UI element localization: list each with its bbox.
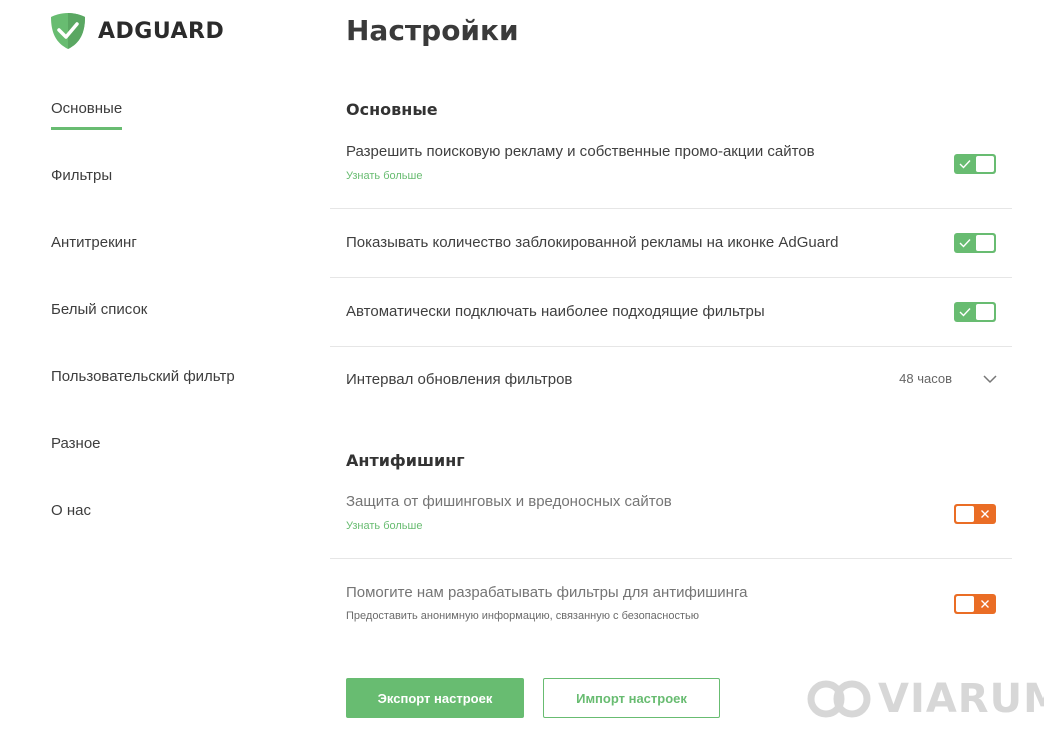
sidebar-item-whitelist[interactable]: Белый список <box>51 301 311 368</box>
sidebar-item-about[interactable]: О нас <box>51 502 311 569</box>
sidebar-nav: Основные Фильтры Антитрекинг Белый списо… <box>51 100 311 569</box>
setting-label: Автоматически подключать наиболее подход… <box>346 303 765 320</box>
page-title: Настройки <box>346 14 519 47</box>
close-icon <box>976 506 994 522</box>
check-icon <box>956 235 974 251</box>
phishing-protection-toggle[interactable] <box>954 504 996 524</box>
sidebar-item-label: Антитрекинг <box>51 234 137 251</box>
export-settings-button[interactable]: Экспорт настроек <box>346 678 524 718</box>
sidebar-item-label: О нас <box>51 502 91 519</box>
setting-row-update-interval[interactable]: Интервал обновления фильтров 48 часов <box>330 347 1012 413</box>
setting-row-blocked-count: Показывать количество заблокированной ре… <box>330 209 1012 278</box>
setting-label: Защита от фишинговых и вредоносных сайто… <box>346 493 672 510</box>
sidebar-item-label: Пользовательский фильтр <box>51 368 235 385</box>
close-icon <box>976 596 994 612</box>
check-icon <box>956 156 974 172</box>
sidebar-item-user-filter[interactable]: Пользовательский фильтр <box>51 368 311 435</box>
setting-row-phishing-protection: Защита от фишинговых и вредоносных сайто… <box>330 480 1012 559</box>
chevron-down-icon[interactable] <box>982 371 998 387</box>
sidebar-item-filters[interactable]: Фильтры <box>51 167 311 234</box>
setting-label: Разрешить поисковую рекламу и собственны… <box>346 143 815 160</box>
search-ads-toggle[interactable] <box>954 154 996 174</box>
toggle-knob <box>976 304 994 320</box>
toggle-knob <box>976 156 994 172</box>
shield-logo-icon <box>51 13 85 49</box>
setting-description: Предоставить анонимную информацию, связа… <box>346 610 699 622</box>
watermark-text: VIARUM <box>878 676 1044 722</box>
blocked-count-toggle[interactable] <box>954 233 996 253</box>
setting-label: Интервал обновления фильтров <box>346 371 573 388</box>
sidebar-item-label: Белый список <box>51 301 148 318</box>
setting-row-auto-filters: Автоматически подключать наиболее подход… <box>330 278 1012 347</box>
sidebar-item-misc[interactable]: Разное <box>51 435 311 502</box>
toggle-knob <box>976 235 994 251</box>
sidebar-item-label: Разное <box>51 435 101 452</box>
setting-row-search-ads: Разрешить поисковую рекламу и собственны… <box>330 130 1012 209</box>
phishing-help-toggle[interactable] <box>954 594 996 614</box>
learn-more-link[interactable]: Узнать больше <box>346 170 422 182</box>
setting-label: Показывать количество заблокированной ре… <box>346 234 839 251</box>
sidebar-item-antitracking[interactable]: Антитрекинг <box>51 234 311 301</box>
brand-name: ADGUARD <box>98 18 225 44</box>
toggle-knob <box>956 596 974 612</box>
toggle-knob <box>956 506 974 522</box>
setting-row-phishing-help: Помогите нам разрабатывать фильтры для а… <box>330 559 1012 649</box>
learn-more-link[interactable]: Узнать больше <box>346 520 422 532</box>
watermark: VIARUM <box>806 676 1044 722</box>
import-settings-button[interactable]: Импорт настроек <box>543 678 720 718</box>
section-title-antiphishing: Антифишинг <box>346 451 465 470</box>
watermark-logo-icon <box>807 680 871 718</box>
update-interval-value[interactable]: 48 часов <box>899 371 952 386</box>
check-icon <box>956 304 974 320</box>
sidebar-item-general[interactable]: Основные <box>51 100 311 167</box>
sidebar-item-label: Основные <box>51 100 123 130</box>
auto-filters-toggle[interactable] <box>954 302 996 322</box>
section-title-general: Основные <box>346 100 438 119</box>
setting-label: Помогите нам разрабатывать фильтры для а… <box>346 584 748 601</box>
sidebar-item-label: Фильтры <box>51 167 113 184</box>
app-logo: ADGUARD <box>50 12 224 50</box>
